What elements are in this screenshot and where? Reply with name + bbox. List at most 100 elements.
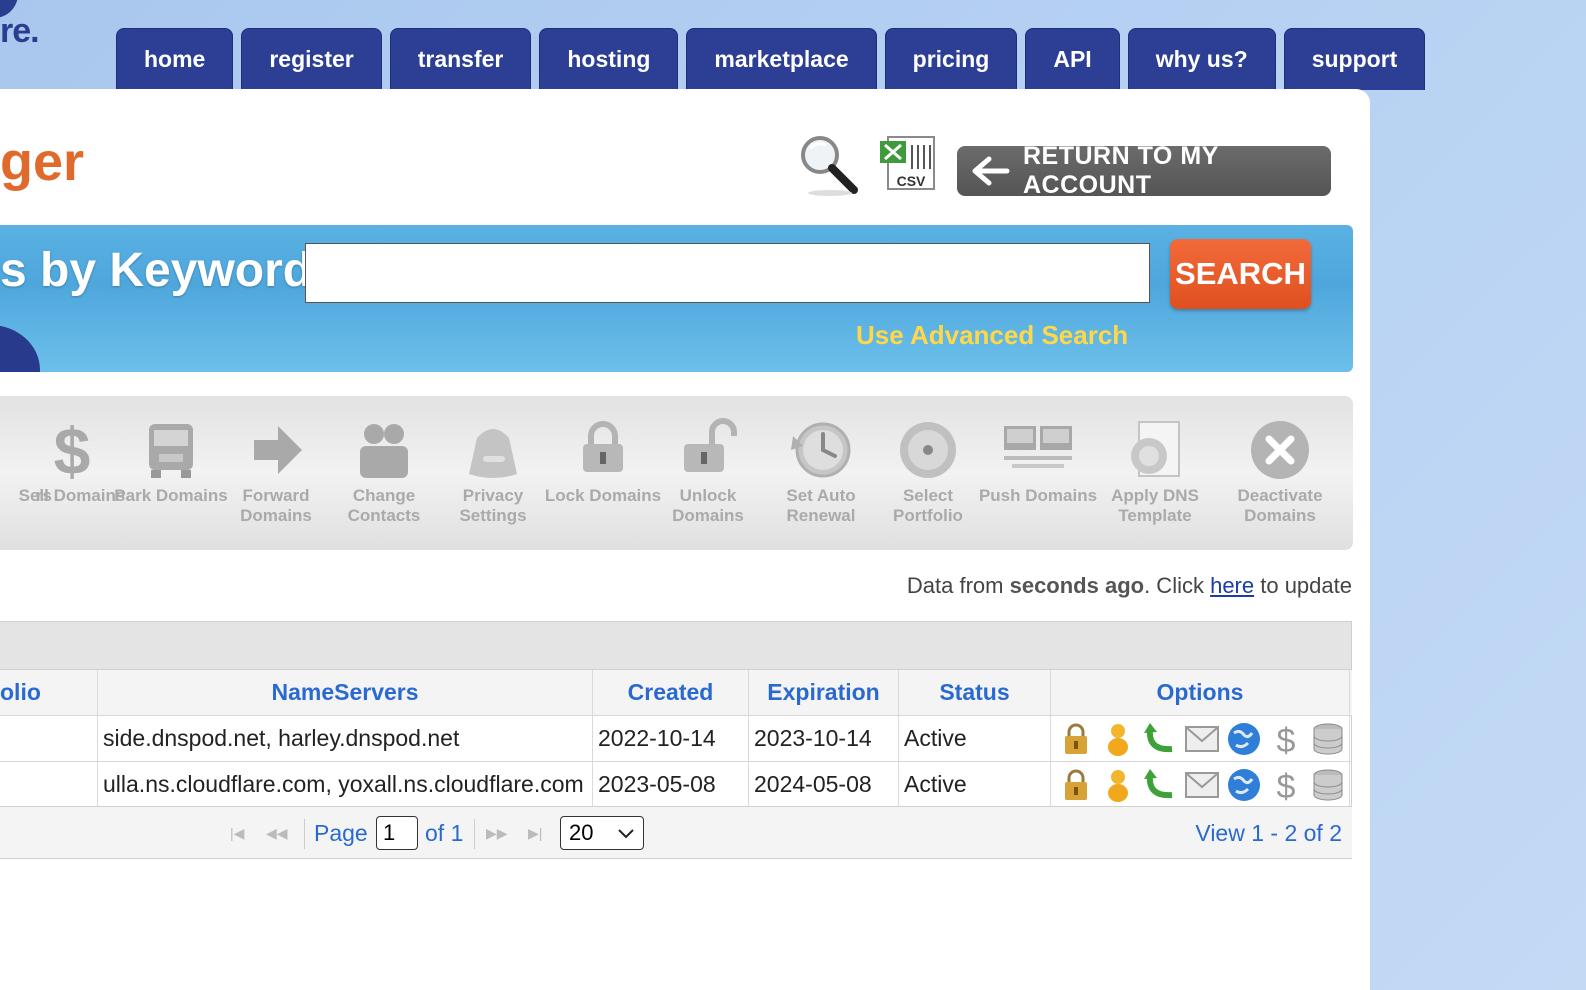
main-panel: ger CSV RETURN TO MY ACCOUNT s by Keywor… [0,89,1370,990]
mail-icon[interactable] [1184,767,1220,803]
toolbar-label: Park Domains [114,486,228,505]
last-page-icon[interactable]: ▶| [528,807,542,859]
lock-icon[interactable] [1058,721,1094,757]
search-button[interactable]: SEARCH [1170,239,1311,309]
column-header-nameservers[interactable]: NameServers [98,670,593,715]
cell-expiration: 2024-05-08 [749,762,899,807]
lock-icon[interactable] [1058,767,1094,803]
cell-created: 2023-05-08 [593,762,749,807]
cell-nameservers: side.dnspod.net, harley.dnspod.net [98,716,593,761]
disc-icon [900,422,956,478]
renew-arrow-icon[interactable] [1142,767,1178,803]
toolbar-item-deactivate-domains[interactable]: Deactivate Domains [1228,396,1332,550]
privacy-bag-icon [469,429,517,478]
mail-icon[interactable] [1184,721,1220,757]
page-number-input[interactable] [376,816,418,850]
toolbar-item-park-domains[interactable]: Park Domains [114,396,228,550]
dollar-icon[interactable]: $ [1268,767,1304,803]
keyword-search-input[interactable] [305,243,1150,303]
prev-page-icon[interactable]: ◀◀ [266,807,288,859]
toolbar-item-select-portfolio[interactable]: Select Portfolio [876,396,980,550]
nav-tab-pricing[interactable]: pricing [884,28,1018,90]
page-title: ger [0,132,85,192]
refresh-link[interactable]: here [1210,573,1254,598]
toolbar-item-apply-dns-template[interactable]: Apply DNS Template [1103,396,1207,550]
csv-label: CSV [897,173,926,189]
dns-template-icon [1131,421,1180,477]
toolbar-item-change-contacts[interactable]: Change Contacts [332,396,436,550]
globe-icon[interactable] [1226,721,1262,757]
contact-person-icon[interactable] [1100,721,1136,757]
page-label: Page [314,819,368,846]
column-header-created[interactable]: Created [593,670,749,715]
contact-person-icon[interactable] [1100,767,1136,803]
toolbar-label: Privacy Settings [459,486,527,525]
bus-icon [149,424,193,478]
arrow-left-icon [972,156,1010,186]
cell-status: Active [899,716,1051,761]
toolbar-item-unlock-domains[interactable]: Unlock Domains [656,396,760,550]
database-icon[interactable] [1310,767,1346,803]
toolbar-item-forward-domains[interactable]: Forward Domains [224,396,328,550]
arrow-right-icon [254,426,302,474]
search-icon[interactable] [796,133,860,197]
dollar-icon[interactable]: $ [1268,721,1304,757]
nav-tab-marketplace[interactable]: marketplace [686,28,877,90]
svg-text:$: $ [54,416,91,484]
cell-portfolio [0,762,98,807]
toolbar-item-set-auto-renewal[interactable]: Set Auto Renewal [769,396,873,550]
status-middle: . Click [1144,573,1211,598]
nav-tab-api[interactable]: API [1025,28,1120,90]
toolbar-item-lock-domains[interactable]: Lock Domains [545,396,661,550]
nav-tab-register[interactable]: register [241,28,382,90]
grid-header-row: olio NameServers Created Expiration Stat… [0,670,1352,716]
chevron-down-icon [618,829,634,839]
next-page-icon[interactable]: ▶▶ [486,807,508,859]
cell-options: $ [1051,716,1350,761]
table-row[interactable]: side.dnspod.net, harley.dnspod.net 2022-… [0,716,1352,762]
renew-arrow-icon[interactable] [1142,721,1178,757]
nav-tab-hosting[interactable]: hosting [539,28,679,90]
cell-portfolio [0,716,98,761]
domain-actions-toolbar: rs $ Sell Domains Park Domains Forward D… [0,396,1353,550]
table-row[interactable]: ulla.ns.cloudflare.com, yoxall.ns.cloudf… [0,762,1352,808]
return-to-account-button[interactable]: RETURN TO MY ACCOUNT [957,142,1331,199]
toolbar-label: Push Domains [978,486,1098,505]
toolbar-item-push-domains[interactable]: Push Domains [979,396,1097,550]
cell-status: Active [899,762,1051,807]
nav-tab-transfer[interactable]: transfer [389,28,532,90]
keyword-search-label: s by Keyword [0,244,313,297]
status-suffix: to update [1254,573,1352,598]
deactivate-icon [1251,421,1309,479]
toolbar-label: Unlock Domains [672,486,744,525]
dollar-icon: $ [54,416,91,484]
first-page-icon[interactable]: |◀ [230,807,244,859]
toolbar-label: Forward Domains [240,486,312,525]
column-header-options[interactable]: Options [1051,670,1350,715]
nav-tab-why-us[interactable]: why us? [1127,28,1276,90]
nav-tab-support[interactable]: support [1283,28,1426,90]
database-icon[interactable] [1310,721,1346,757]
advanced-search-link[interactable]: Use Advanced Search [856,320,1128,351]
column-header-portfolio[interactable]: olio [0,670,98,715]
main-nav: home register transfer hosting marketpla… [116,28,1426,90]
clock-icon [791,422,851,478]
keyword-search-bar: s by Keyword SEARCH Use Advanced Search [0,225,1353,372]
column-header-status[interactable]: Status [899,670,1051,715]
toolbar-label: Change Contacts [347,486,421,525]
grid-caption-bar [0,622,1351,670]
toolbar-item-privacy-settings[interactable]: Privacy Settings [441,396,545,550]
globe-icon[interactable] [1226,767,1262,803]
toolbar-item-sell-domains[interactable]: $ Sell Domains [19,396,126,550]
toolbar-label: Apply DNS Template [1111,486,1199,525]
cell-created: 2022-10-14 [593,716,749,761]
page-count-label: of 1 [425,819,464,846]
csv-export-icon[interactable]: CSV [876,135,938,193]
monitors-icon [1004,426,1072,468]
column-header-expiration[interactable]: Expiration [749,670,899,715]
decorative-swoosh [0,325,40,372]
rows-per-page-select[interactable]: 20 [560,816,644,850]
nav-tab-home[interactable]: home [116,28,234,90]
status-age: seconds ago [1009,573,1145,598]
toolbar-label: Lock Domains [544,486,662,505]
